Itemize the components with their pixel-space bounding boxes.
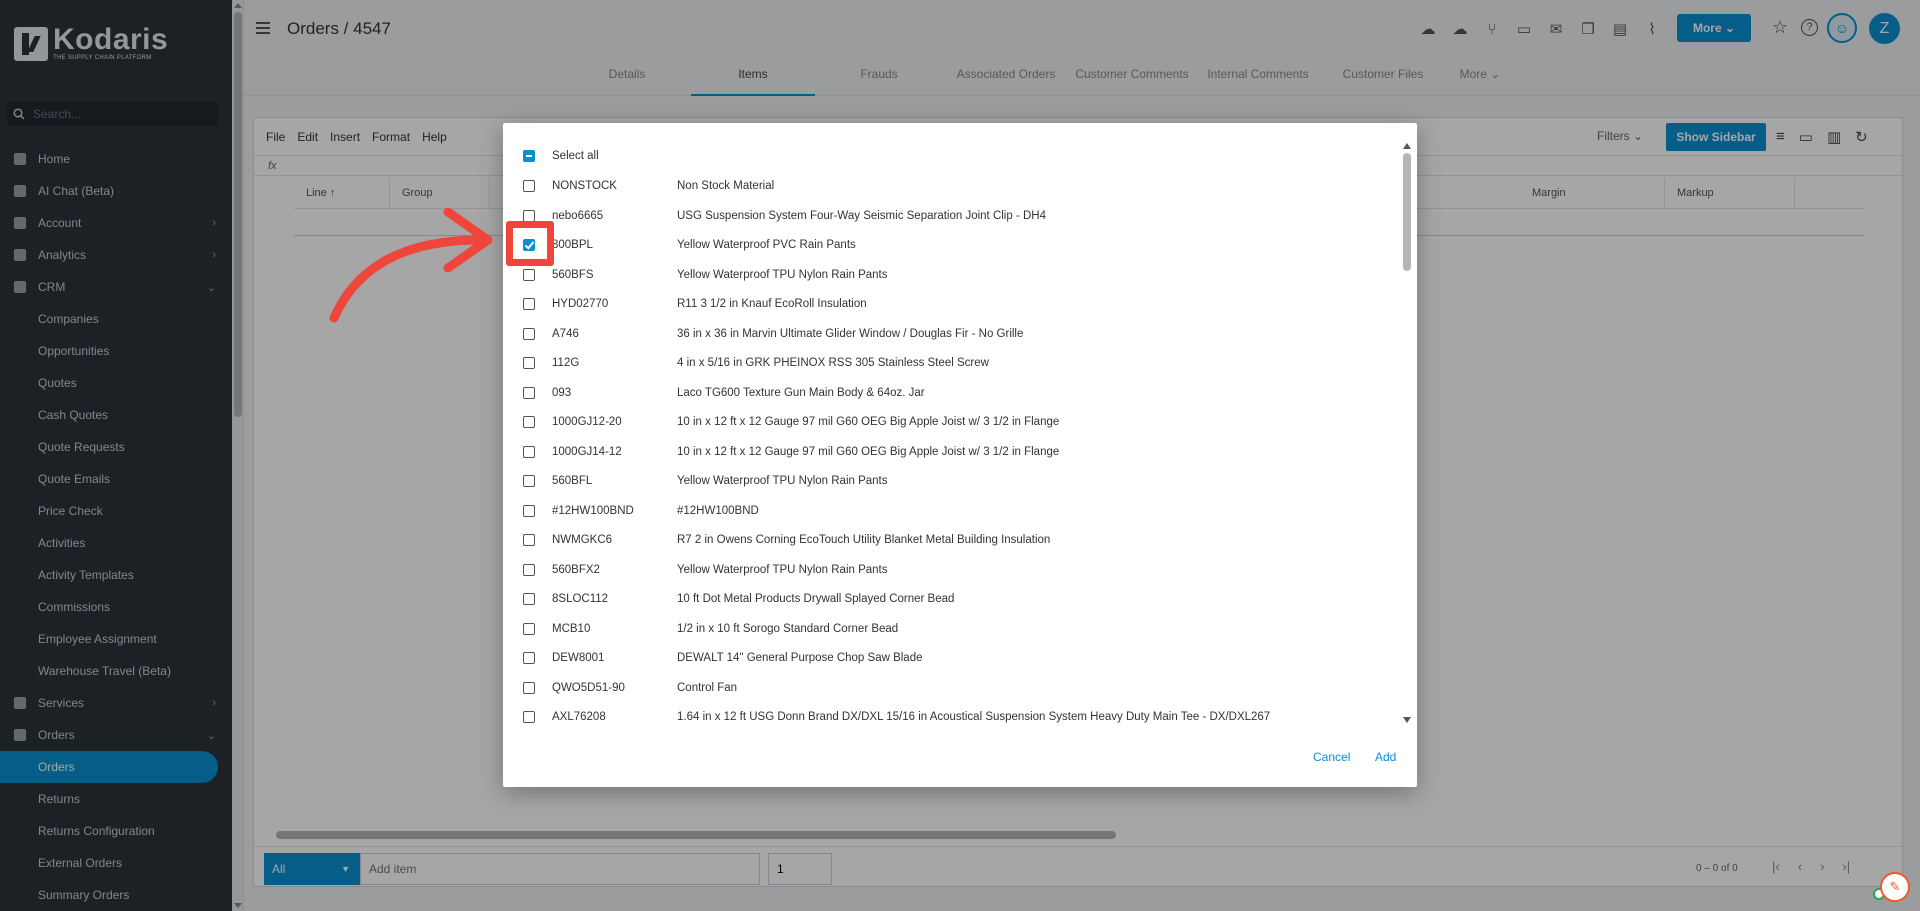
list-item[interactable]: DEW8001 DEWALT 14" General Purpose Chop S… [523, 647, 923, 669]
item-checkbox[interactable] [523, 711, 535, 723]
item-checkbox[interactable] [523, 563, 535, 576]
item-code: 112G [552, 357, 580, 369]
select-all-label: Select all [552, 150, 599, 162]
item-code: AXL76208 [552, 711, 606, 723]
item-checkbox[interactable] [523, 357, 535, 369]
item-code: 093 [552, 386, 572, 399]
list-item[interactable]: 1000GJ12-20 10 in x 12 ft x 12 Gauge 97 m… [523, 411, 1059, 433]
item-checkbox[interactable] [523, 416, 535, 428]
item-checkbox[interactable] [523, 327, 535, 340]
annotation-arrow-icon [329, 207, 493, 323]
item-code: A746 [552, 327, 579, 340]
add-button[interactable]: Add [1375, 750, 1396, 764]
item-description: Yellow Waterproof TPU Nylon Rain Pants [677, 475, 888, 487]
item-description: Non Stock Material [677, 180, 775, 192]
item-description: 36 in x 36 in Marvin Ultimate Glider Win… [677, 327, 1024, 340]
dialog-scrollbar[interactable] [1403, 143, 1411, 723]
item-checkbox[interactable] [523, 180, 535, 192]
item-code: 560BFX2 [552, 563, 600, 576]
item-checkbox[interactable] [523, 298, 535, 310]
item-checkbox[interactable] [523, 386, 535, 399]
item-code: QWO5D51-90 [552, 681, 625, 694]
item-code: 8SLOC112 [552, 593, 609, 605]
list-item[interactable]: HYD02770 R11 3 1/2 in Knauf EcoRoll Insul… [523, 293, 867, 315]
list-item[interactable]: A746 36 in x 36 in Marvin Ultimate Glider… [523, 323, 1023, 345]
item-code: 1000GJ14-12 [552, 445, 622, 458]
list-item[interactable]: #12HW100BND #12HW100BND [523, 500, 759, 522]
list-item[interactable]: QWO5D51-90 Control Fan [523, 677, 737, 699]
list-item[interactable]: NONSTOCK Non Stock Material [523, 175, 774, 197]
item-checkbox[interactable] [523, 209, 535, 222]
list-item[interactable]: 1000GJ14-12 10 in x 12 ft x 12 Gauge 97 m… [523, 441, 1059, 463]
list-item[interactable]: 093 Laco TG600 Texture Gun Main Body & 64… [523, 382, 925, 404]
item-description: Laco TG600 Texture Gun Main Body & 64oz.… [677, 386, 925, 399]
item-description: Control Fan [677, 681, 738, 694]
cancel-button[interactable]: Cancel [1313, 750, 1350, 764]
item-description: USG Suspension System Four-Way Seismic S… [677, 209, 1046, 222]
item-description: 10 in x 12 ft x 12 Gauge 97 mil G60 OEG … [677, 445, 1060, 458]
item-description: Yellow Waterproof TPU Nylon Rain Pants [677, 268, 888, 281]
item-checkbox[interactable] [523, 475, 535, 487]
item-code: 560BFL [552, 475, 593, 487]
item-code: nebo6665 [552, 209, 604, 222]
item-checkbox[interactable] [523, 622, 535, 635]
item-description: 10 ft Dot Metal Products Drywall Splayed… [677, 593, 955, 605]
item-checkbox[interactable] [523, 504, 535, 517]
item-checkbox[interactable] [523, 268, 535, 281]
annotation-highlight-box [506, 221, 554, 266]
item-checkbox[interactable] [523, 534, 535, 546]
item-description: #12HW100BND [677, 504, 759, 517]
item-code: DEW8001 [552, 652, 605, 664]
item-code: 800BPL [552, 239, 593, 251]
item-code: 1000GJ12-20 [552, 416, 622, 428]
list-item[interactable]: NWMGKC6 R7 2 in Owens Corning EcoTouch Ut… [523, 529, 1050, 551]
item-code: MCB10 [552, 622, 591, 635]
list-item[interactable]: 560BFL Yellow Waterproof TPU Nylon Rain P… [523, 470, 888, 492]
select-all-checkbox[interactable] [523, 150, 535, 162]
list-item[interactable]: MCB10 1/2 in x 10 ft Sorogo Standard Corn… [523, 618, 898, 640]
list-item[interactable]: 560BFS Yellow Waterproof TPU Nylon Rain P… [523, 264, 888, 286]
list-item[interactable]: 8SLOC112 10 ft Dot Metal Products Drywall… [523, 588, 954, 610]
item-code: NONSTOCK [552, 180, 617, 192]
item-description: Yellow Waterproof PVC Rain Pants [677, 239, 856, 251]
item-description: R7 2 in Owens Corning EcoTouch Utility B… [677, 534, 1051, 546]
item-code: NWMGKC6 [552, 534, 613, 546]
item-code: #12HW100BND [552, 504, 634, 517]
item-description: DEWALT 14" General Purpose Chop Saw Blad… [677, 652, 923, 664]
item-description: 1/2 in x 10 ft Sorogo Standard Corner Be… [677, 622, 899, 635]
item-checkbox[interactable] [523, 445, 535, 458]
chat-icon[interactable]: ✎ [1880, 872, 1910, 902]
item-description: 10 in x 12 ft x 12 Gauge 97 mil G60 OEG … [677, 416, 1060, 428]
item-checkbox[interactable] [523, 681, 535, 694]
item-code: 560BFS [552, 268, 594, 281]
list-item[interactable]: AXL76208 1.64 in x 12 ft USG Donn Brand D… [523, 706, 1270, 728]
item-description: 4 in x 5/16 in GRK PHEINOX RSS 305 Stain… [677, 357, 989, 369]
list-item[interactable]: 112G 4 in x 5/16 in GRK PHEINOX RSS 305 S… [523, 352, 989, 374]
item-description: Yellow Waterproof TPU Nylon Rain Pants [677, 563, 888, 576]
item-checkbox[interactable] [523, 652, 535, 664]
select-all-row[interactable]: Select all [523, 145, 599, 167]
item-code: HYD02770 [552, 298, 609, 310]
list-item[interactable]: 560BFX2 Yellow Waterproof TPU Nylon Rain … [523, 559, 888, 581]
item-checkbox[interactable] [523, 593, 535, 605]
select-items-dialog: Select all NONSTOCK Non Stock Material neb… [503, 123, 1417, 787]
item-description: R11 3 1/2 in Knauf EcoRoll Insulation [677, 298, 867, 310]
item-description: 1.64 in x 12 ft USG Donn Brand DX/DXL 15… [677, 711, 1271, 723]
